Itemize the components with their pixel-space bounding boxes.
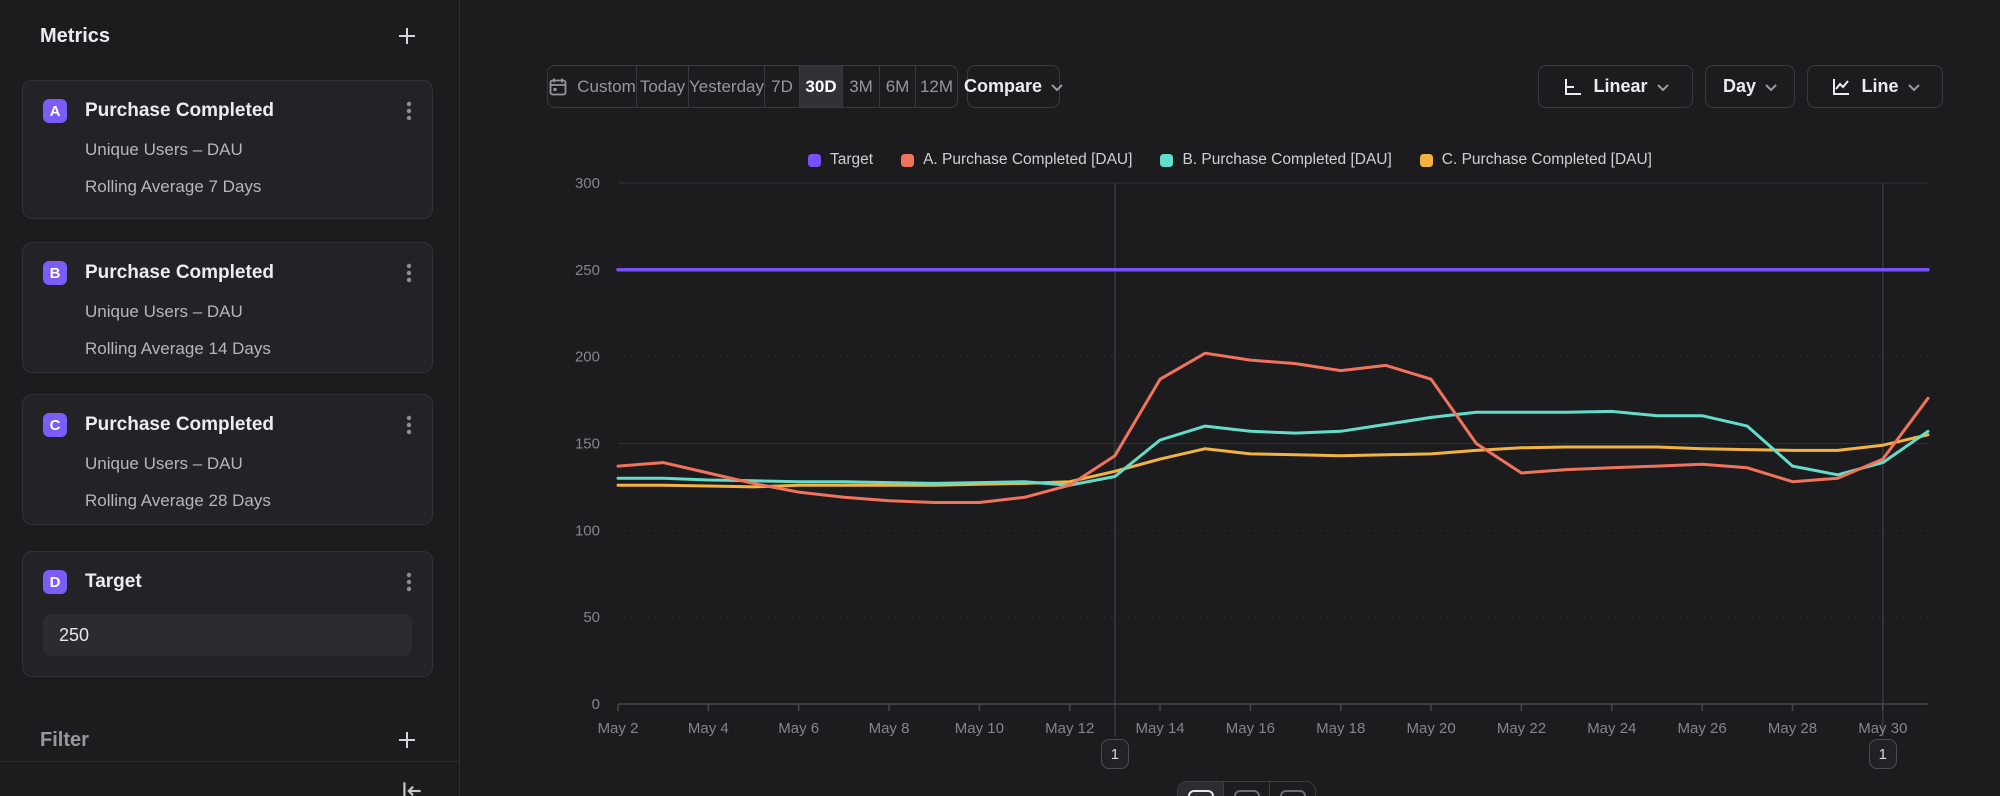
svg-text:May 26: May 26 — [1678, 720, 1727, 737]
svg-text:May 2: May 2 — [598, 720, 639, 737]
svg-text:May 30: May 30 — [1858, 720, 1907, 737]
view-toggle-control — [1177, 781, 1316, 796]
svg-text:100: 100 — [575, 522, 600, 539]
svg-text:300: 300 — [575, 175, 600, 192]
svg-text:150: 150 — [575, 436, 600, 453]
svg-text:0: 0 — [592, 696, 600, 713]
annotation-badge[interactable]: 1 — [1101, 739, 1129, 769]
svg-text:May 8: May 8 — [869, 720, 910, 737]
chart-view-icon — [1188, 790, 1214, 796]
svg-text:May 10: May 10 — [955, 720, 1004, 737]
svg-text:May 28: May 28 — [1768, 720, 1817, 737]
svg-text:200: 200 — [575, 349, 600, 366]
view-toggle-table[interactable] — [1223, 782, 1269, 796]
svg-text:May 22: May 22 — [1497, 720, 1546, 737]
svg-text:250: 250 — [575, 262, 600, 279]
view-toggle-split[interactable] — [1269, 782, 1315, 796]
svg-text:May 12: May 12 — [1045, 720, 1094, 737]
svg-text:May 18: May 18 — [1316, 720, 1365, 737]
line-chart-plot[interactable]: 0 50 100 150 200 250 300 May 2 May 4 May 6 May 8 Ma… — [0, 0, 2000, 796]
svg-text:50: 50 — [583, 609, 600, 626]
svg-text:May 6: May 6 — [778, 720, 819, 737]
svg-text:May 4: May 4 — [688, 720, 729, 737]
table-view-icon — [1234, 790, 1260, 796]
svg-text:May 20: May 20 — [1407, 720, 1456, 737]
svg-text:May 14: May 14 — [1135, 720, 1184, 737]
view-toggle-chart[interactable] — [1178, 782, 1223, 796]
split-view-icon — [1280, 790, 1306, 796]
annotation-badge[interactable]: 1 — [1869, 739, 1897, 769]
svg-text:May 16: May 16 — [1226, 720, 1275, 737]
svg-text:May 24: May 24 — [1587, 720, 1636, 737]
